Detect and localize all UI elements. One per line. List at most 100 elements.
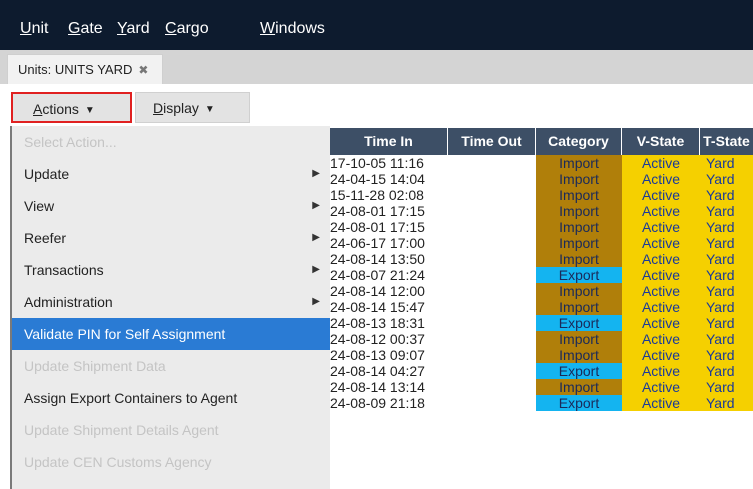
cell-v-state: Active [622,171,700,187]
menu-item-update-shipment-details-agent: Update Shipment Details Agent [12,414,330,446]
cell-v-state: Active [622,395,700,411]
cell-t-state: Yard [700,155,753,171]
menu-windows[interactable]: Windows [260,20,325,38]
menu-cargo[interactable]: Cargo [165,20,209,38]
cell-time-in: 24-08-01 17:15 [330,219,425,235]
table-row[interactable]: 17-10-05 11:16 Import Active Yard [330,155,753,171]
table-row[interactable]: 24-08-14 12:00 Import Active Yard [330,283,753,299]
cell-time-in: 24-08-14 13:14 [330,379,425,395]
submenu-arrow-icon: ▶ [312,232,320,243]
cell-category: Import [536,219,622,235]
cell-t-state: Yard [700,187,753,203]
menu-label: ate [80,20,103,37]
cell-category: Import [536,347,622,363]
cell-t-state: Yard [700,315,753,331]
tab-strip: Units: UNITS YARD ✖ [0,50,753,85]
table-row[interactable]: 24-08-09 21:18 Export Active Yard [330,395,753,411]
menu-item-reefer[interactable]: Reefer ▶ [12,222,330,254]
cell-category: Import [536,299,622,315]
menu-item-label: Validate PIN for Self Assignment [24,326,226,342]
cell-t-state: Yard [700,395,753,411]
cell-category: Import [536,331,622,347]
table-row[interactable]: 24-08-14 04:27 Export Active Yard [330,363,753,379]
menu-item-update-cen-customs-agency: Update CEN Customs Agency [12,446,330,478]
cell-v-state: Active [622,235,700,251]
submenu-arrow-icon: ▶ [312,264,320,275]
cell-v-state: Active [622,379,700,395]
cell-category: Export [536,315,622,331]
menu-item-assign-export-containers-to-agent[interactable]: Assign Export Containers to Agent [12,382,330,414]
column-header-v-state[interactable]: V-State [622,128,700,155]
cell-time-in: 24-08-14 15:47 [330,299,425,315]
menu-item-label: Transactions [24,262,104,278]
table-row[interactable]: 24-08-14 13:50 Import Active Yard [330,251,753,267]
table-row[interactable]: 24-08-14 13:14 Import Active Yard [330,379,753,395]
grid-header: Time In Time Out Category V-State T-Stat… [330,128,753,155]
menu-item-label: Update [24,166,70,182]
display-button[interactable]: Display ▼ [135,92,250,123]
caret-down-icon: ▼ [204,104,215,115]
tab-label: Units: UNITS YARD [18,62,133,77]
cell-time-in: 17-10-05 11:16 [330,155,424,171]
menu-gate[interactable]: Gate [68,20,103,38]
cell-t-state: Yard [700,235,753,251]
cell-t-state: Yard [700,283,753,299]
close-icon[interactable]: ✖ [138,63,148,77]
cell-t-state: Yard [700,363,753,379]
menu-item-label: Update Shipment Data [24,358,166,374]
actions-button[interactable]: Actions ▼ [11,92,132,123]
submenu-arrow-icon: ▶ [312,200,320,211]
cell-v-state: Active [622,331,700,347]
menu-item-validate-pin-for-self-assignment[interactable]: Validate PIN for Self Assignment [12,318,330,350]
cell-time-in: 15-11-28 02:08 [330,187,424,203]
cell-time-in: 24-08-13 18:31 [330,315,425,331]
menu-item-update-shipment-data: Update Shipment Data [12,350,330,382]
cell-time-in: 24-08-09 21:18 [330,395,425,411]
column-header-t-state[interactable]: T-State [700,128,753,155]
column-header-time-in[interactable]: Time In [330,128,448,155]
cell-category: Import [536,187,622,203]
tab-units-yard[interactable]: Units: UNITS YARD ✖ [7,54,164,85]
table-row[interactable]: 24-06-17 17:00 Import Active Yard [330,235,753,251]
menu-yard[interactable]: Yard [117,20,150,38]
cell-time-in: 24-08-14 13:50 [330,251,425,267]
menu-item-label: Administration [24,294,113,310]
cell-t-state: Yard [700,347,753,363]
cell-category: Export [536,363,622,379]
table-row[interactable]: 24-08-01 17:15 Import Active Yard [330,219,753,235]
actions-label: ctions [42,101,79,117]
table-row[interactable]: 15-11-28 02:08 Import Active Yard [330,187,753,203]
cell-v-state: Active [622,203,700,219]
menu-label: argo [176,20,209,37]
table-row[interactable]: 24-08-13 18:31 Export Active Yard [330,315,753,331]
table-row[interactable]: 24-04-15 14:04 Import Active Yard [330,171,753,187]
table-row[interactable]: 24-08-14 15:47 Import Active Yard [330,299,753,315]
cell-v-state: Active [622,219,700,235]
cell-t-state: Yard [700,171,753,187]
table-row[interactable]: 24-08-12 00:37 Import Active Yard [330,331,753,347]
cell-category: Import [536,251,622,267]
cell-v-state: Active [622,299,700,315]
cell-category: Import [536,171,622,187]
menu-item-transactions[interactable]: Transactions ▶ [12,254,330,286]
cell-v-state: Active [622,347,700,363]
display-mnemonic: D [153,100,164,116]
menu-item-label: Update Shipment Details Agent [24,422,219,438]
menu-item-label: Select Action... [24,134,117,150]
column-header-category[interactable]: Category [536,128,622,155]
cell-category: Import [536,235,622,251]
cell-v-state: Active [622,155,700,171]
menu-item-update[interactable]: Update ▶ [12,158,330,190]
table-row[interactable]: 24-08-13 09:07 Import Active Yard [330,347,753,363]
cell-v-state: Active [622,267,700,283]
table-row[interactable]: 24-08-01 17:15 Import Active Yard [330,203,753,219]
table-row[interactable]: 24-08-07 21:24 Export Active Yard [330,267,753,283]
menu-unit[interactable]: Unit [20,20,48,38]
cell-time-in: 24-08-14 04:27 [330,363,425,379]
cell-v-state: Active [622,363,700,379]
column-header-time-out[interactable]: Time Out [448,128,536,155]
menu-item-view[interactable]: View ▶ [12,190,330,222]
menu-item-administration[interactable]: Administration ▶ [12,286,330,318]
toolbar: Actions ▼ Display ▼ [0,84,753,126]
menu-item-label: Reefer [24,230,67,246]
